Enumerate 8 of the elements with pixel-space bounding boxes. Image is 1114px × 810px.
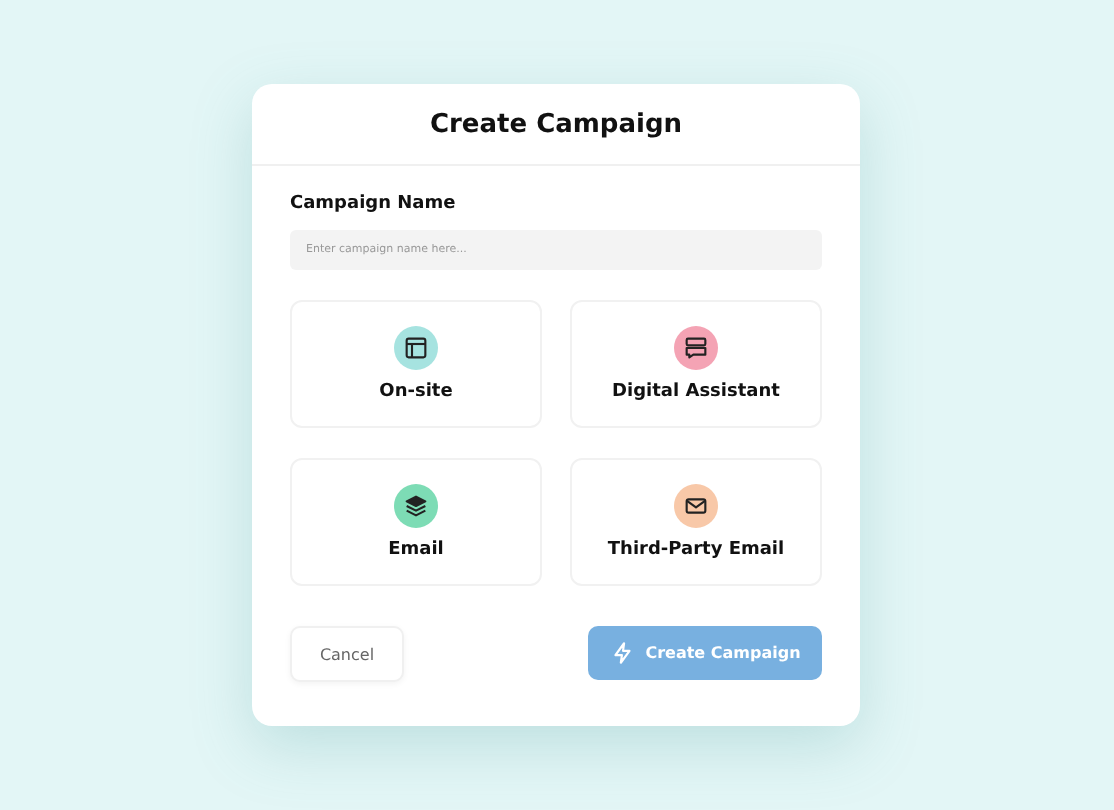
lightning-icon — [609, 640, 636, 666]
cancel-button[interactable]: Cancel — [290, 626, 404, 682]
campaign-type-card[interactable]: Digital Assistant — [570, 300, 822, 428]
dialog-title: Create Campaign — [429, 109, 683, 139]
campaign-type-card[interactable]: On-site — [290, 300, 542, 428]
campaign-type-card[interactable]: Third-Party Email — [570, 458, 822, 586]
field-label: Campaign Name — [290, 194, 458, 214]
campaign-type-card[interactable]: Email — [290, 458, 542, 586]
